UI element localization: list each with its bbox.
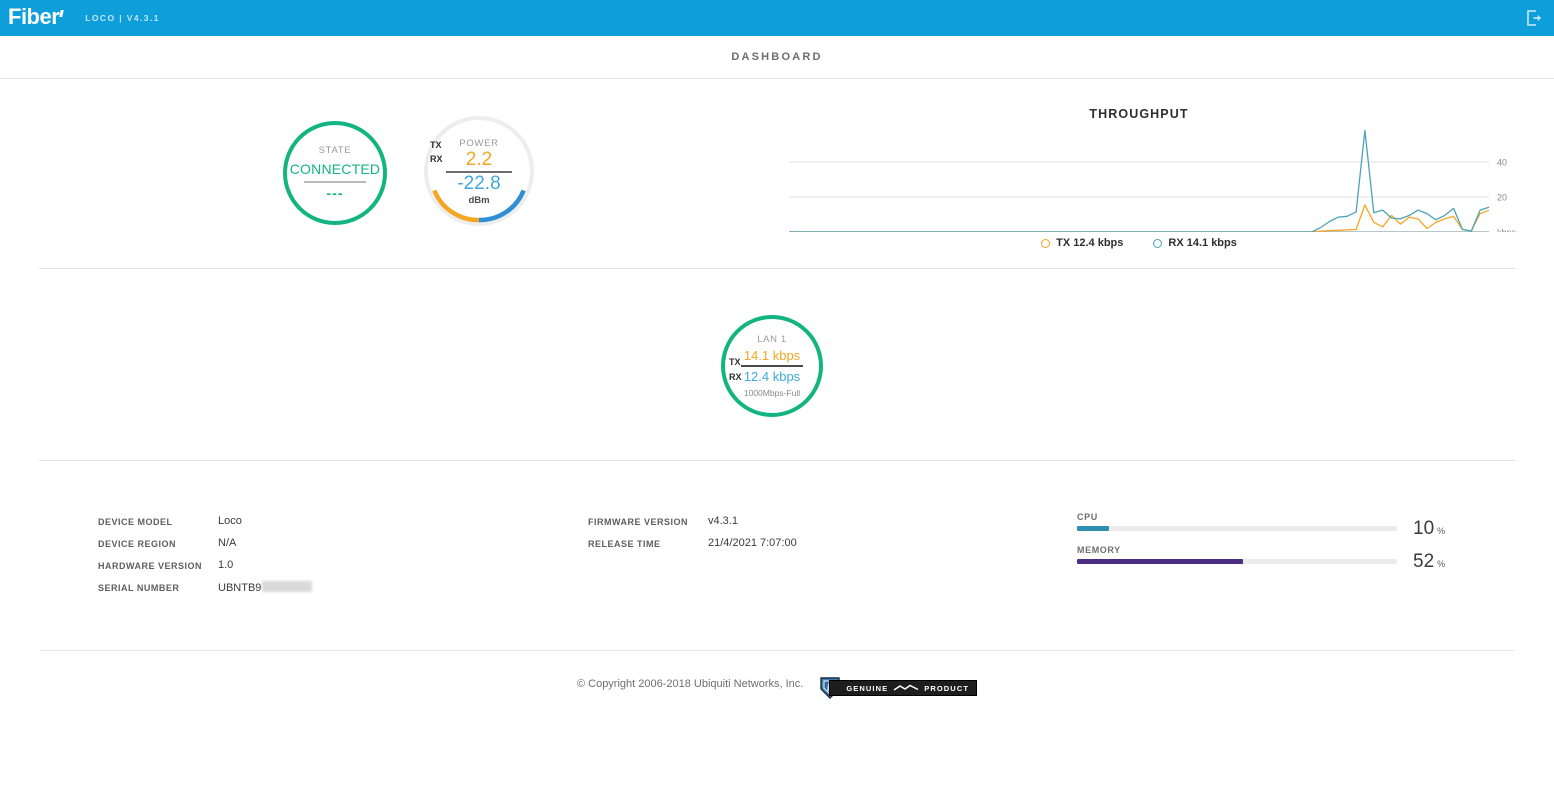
state-gauge: STATE CONNECTED --- (283, 121, 387, 225)
brand-logo: Fiber (8, 4, 65, 29)
lan1-tx-value: 14.1 kbps (743, 348, 801, 363)
chart-ytick-20: 20 (1497, 193, 1507, 203)
brand-logo-mark (59, 10, 65, 17)
throughput-chart: THROUGHPUT 40 20 kbps TX 12.4 kbps RX 14… (789, 79, 1519, 267)
interfaces-section: TX RX LAN 1 14.1 kbps 12.4 kbps 1000Mbps… (0, 268, 1554, 460)
lan1-gauge: TX RX LAN 1 14.1 kbps 12.4 kbps 1000Mbps… (721, 315, 823, 417)
info-value: 21/4/2021 7:07:00 (708, 537, 797, 549)
product-label: PRODUCT (924, 683, 970, 693)
brand-logo-text: Fiber (8, 4, 60, 29)
power-rx-value: -22.8 (457, 173, 501, 194)
legend-item-tx[interactable]: TX 12.4 kbps (1041, 237, 1123, 249)
memory-meter-fill (1077, 559, 1244, 564)
info-key: SERIAL NUMBER (98, 583, 180, 593)
genuine-product-badge: GENUINE PRODUCT (819, 677, 978, 699)
info-row-release-time: RELEASE TIME 21/4/2021 7:07:00 (588, 537, 797, 559)
info-value: Loco (218, 515, 242, 527)
cpu-meter: CPU 10% (1077, 512, 1447, 545)
cpu-meter-track (1077, 526, 1397, 531)
tab-dashboard[interactable]: DASHBOARD (731, 51, 822, 63)
device-info-column: DEVICE MODEL Loco DEVICE REGION N/A HARD… (98, 515, 313, 603)
legend-label-rx: RX 14.1 kbps (1168, 237, 1237, 249)
throughput-legend: TX 12.4 kbps RX 14.1 kbps (789, 237, 1489, 249)
status-section: STATE CONNECTED --- TX RX POWER 2.2 -22.… (0, 79, 1554, 267)
lan1-gauge-title: LAN 1 (757, 334, 787, 345)
serial-redacted-block (262, 581, 313, 592)
main-nav: DASHBOARD (0, 36, 1554, 79)
genuine-label: GENUINE (846, 683, 889, 693)
info-value: N/A (218, 537, 237, 549)
throughput-chart-title: THROUGHPUT (1089, 107, 1189, 121)
lan1-tx-label: TX (729, 357, 741, 367)
info-key: RELEASE TIME (588, 539, 661, 549)
logout-icon (1527, 10, 1541, 26)
state-gauge-divider (304, 181, 366, 183)
memory-meter-track (1077, 559, 1397, 564)
memory-meter: MEMORY 52% (1077, 545, 1447, 578)
info-value: 1.0 (218, 559, 234, 571)
info-key: DEVICE MODEL (98, 517, 173, 527)
firmware-info-column: FIRMWARE VERSION v4.3.1 RELEASE TIME 21/… (588, 515, 797, 559)
chart-gridlines (789, 161, 1489, 232)
memory-meter-label: MEMORY (1077, 545, 1121, 555)
ubiquiti-logo-icon (893, 684, 919, 691)
device-model-version-label: LOCO | V4.3.1 (85, 13, 160, 23)
lan1-rx-value: 12.4 kbps (743, 369, 801, 384)
power-gauge: TX RX POWER 2.2 -22.8 dBm (424, 116, 534, 226)
lan1-gauge-divider (741, 365, 803, 367)
state-gauge-sub: --- (326, 185, 344, 201)
chart-series-rx (789, 129, 1490, 232)
info-row-firmware-version: FIRMWARE VERSION v4.3.1 (588, 515, 797, 537)
cpu-meter-label: CPU (1077, 512, 1098, 522)
legend-label-tx: TX 12.4 kbps (1056, 237, 1124, 249)
state-gauge-title: STATE (318, 145, 352, 156)
genuine-product-bar: GENUINE PRODUCT (829, 680, 978, 696)
top-bar: Fiber LOCO | V4.3.1 (0, 0, 1554, 36)
chart-series-tx (789, 204, 1490, 232)
info-row-device-region: DEVICE REGION N/A (98, 537, 312, 559)
throughput-chart-plot: 40 20 kbps (789, 129, 1517, 233)
info-key: FIRMWARE VERSION (588, 517, 689, 527)
serial-visible-part: UBNTB9 (218, 582, 262, 594)
info-key: DEVICE REGION (98, 539, 177, 549)
chart-ytick-0: kbps (1497, 228, 1517, 233)
info-value: v4.3.1 (708, 515, 738, 527)
memory-meter-unit: % (1437, 559, 1446, 569)
copyright-text: © Copyright 2006-2018 Ubiquiti Networks,… (576, 678, 804, 690)
info-key: HARDWARE VERSION (98, 561, 203, 571)
info-row-device-model: DEVICE MODEL Loco (98, 515, 312, 537)
memory-meter-value-group: 52% (1413, 551, 1445, 573)
chart-ytick-40: 40 (1497, 158, 1507, 168)
memory-meter-value: 52 (1413, 551, 1435, 572)
lan1-rx-label: RX (729, 372, 742, 382)
cpu-meter-unit: % (1437, 526, 1446, 536)
resource-meters: CPU 10% MEMORY 52% (1077, 512, 1447, 578)
cpu-meter-fill (1077, 526, 1109, 531)
power-unit-label: dBm (468, 194, 490, 206)
legend-item-rx[interactable]: RX 14.1 kbps (1153, 237, 1237, 249)
cpu-meter-value: 10 (1413, 518, 1435, 539)
info-value-serial: UBNTB9 (218, 581, 313, 594)
page-footer: © Copyright 2006-2018 Ubiquiti Networks,… (0, 650, 1554, 804)
legend-dot-tx-icon (1041, 238, 1051, 248)
info-row-hardware-version: HARDWARE VERSION 1.0 (98, 559, 312, 581)
info-row-serial-number: SERIAL NUMBER UBNTB9 (98, 581, 313, 603)
cpu-meter-value-group: 10% (1413, 518, 1445, 540)
legend-dot-rx-icon (1153, 238, 1163, 248)
lan1-link-speed: 1000Mbps-Full (743, 388, 801, 398)
power-tx-value: 2.2 (465, 149, 493, 171)
device-info-section: DEVICE MODEL Loco DEVICE REGION N/A HARD… (0, 460, 1554, 650)
power-gauge-title: POWER (459, 138, 499, 150)
logout-button[interactable] (1522, 6, 1546, 30)
state-gauge-value: CONNECTED (289, 161, 381, 177)
